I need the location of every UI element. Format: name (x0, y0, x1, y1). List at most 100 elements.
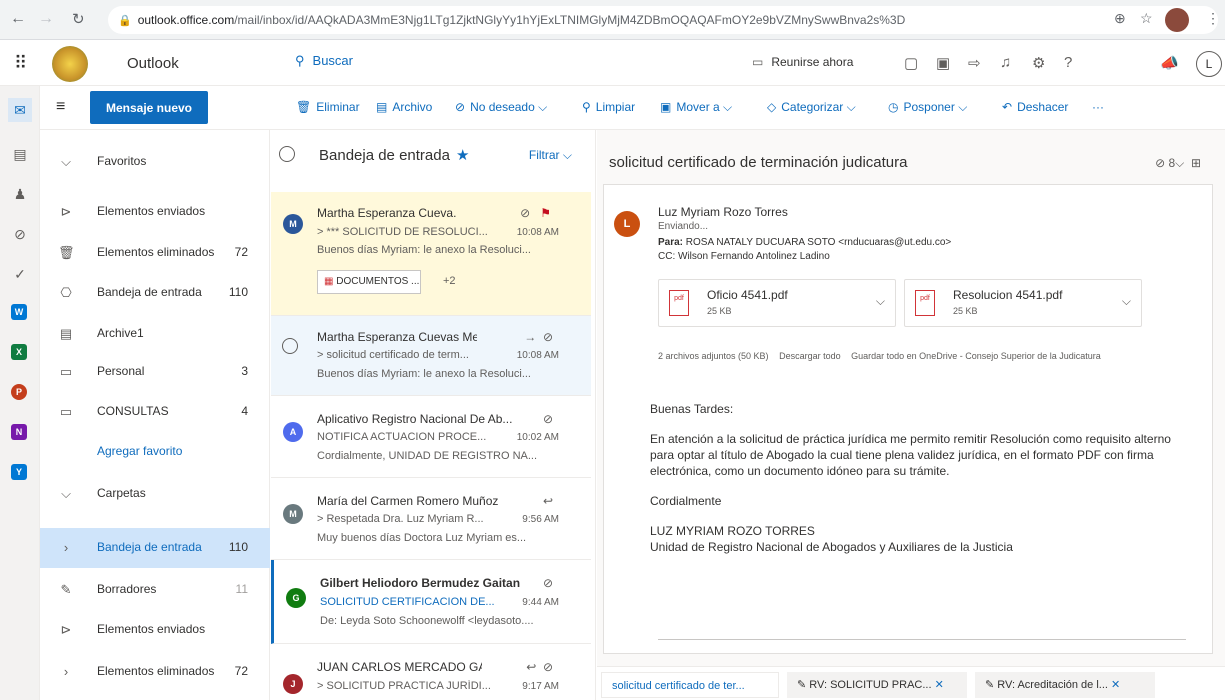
snooze-button[interactable]: ◷ Posponer ⌵ (888, 100, 967, 115)
favorite-star-icon[interactable]: ★ (456, 147, 469, 164)
categorize-button[interactable]: ◇ Categorizar ⌵ (767, 100, 856, 115)
chevron-down-icon[interactable]: ⌵ (958, 100, 967, 114)
list-item[interactable]: G Gilbert Heliodoro Bermudez Gaitan ⊘ SO… (271, 560, 591, 644)
reload-icon[interactable]: ↻ (72, 10, 85, 28)
list-item[interactable]: M María del Carmen Romero Muñoz ↩ > Resp… (271, 478, 591, 560)
folder-item-deleted[interactable]: 🗑 Elementos eliminados 72 (40, 233, 270, 273)
list-item[interactable]: M Martha Esperanza Cueva... ⊘ ⚑ > *** SO… (271, 192, 591, 316)
undo-button[interactable]: ↶ Deshacer (1002, 100, 1068, 114)
flag-icon[interactable]: ⚑ (540, 206, 551, 220)
folder-item-deleted-2[interactable]: › Elementos eliminados 72 (40, 652, 270, 692)
todo-check-icon[interactable]: ✓ (8, 262, 32, 286)
attachment-files-icon[interactable]: ⊘ (8, 222, 32, 246)
more-actions-button[interactable]: ··· (1092, 100, 1104, 114)
meet-now-button[interactable]: ▭ Reunirse ahora (752, 55, 853, 69)
hamburger-menu-icon[interactable]: ≡ (56, 98, 65, 116)
close-icon[interactable]: ✕ (1111, 679, 1120, 691)
excel-app-icon[interactable]: X (11, 344, 27, 360)
tab-draft-2[interactable]: ✎ RV: SOLICITUD PRAC... ✕ (787, 672, 967, 698)
bookmark-star-icon[interactable]: ☆ (1140, 10, 1153, 27)
delete-button[interactable]: 🗑 Eliminar (296, 100, 360, 114)
filter-button[interactable]: Filtrar ⌵ (529, 148, 572, 163)
archive-button[interactable]: ▤ Archivo (376, 100, 432, 114)
chevron-down-icon[interactable]: ⌵ (58, 486, 74, 502)
app-launcher-icon[interactable]: ⠿ (14, 53, 27, 74)
folder-item-drafts[interactable]: ✎ Borradores 11 (40, 570, 270, 610)
chevron-right-icon[interactable]: › (58, 540, 74, 555)
mail-icon[interactable]: ✉ (8, 98, 32, 122)
notifications-bell-icon[interactable]: ♫ (1000, 54, 1011, 71)
calendar-icon[interactable]: ▤ (8, 142, 32, 166)
chevron-down-icon[interactable]: ⌵ (723, 100, 732, 114)
more-attachments-count[interactable]: +2 (443, 275, 456, 287)
list-item[interactable]: J JUAN CARLOS MERCADO GA... ↩ ⊘ > SOLICI… (271, 644, 591, 700)
list-item[interactable]: Martha Esperanza Cuevas Mel... → ⊘ > sol… (271, 316, 591, 396)
yammer-app-icon[interactable]: Y (11, 464, 27, 480)
folder-item-sent[interactable]: ⊳ Elementos enviados (40, 192, 270, 232)
tab-draft-3[interactable]: ✎ RV: Acreditación de l... ✕ (975, 672, 1155, 698)
new-message-button[interactable]: Mensaje nuevo (90, 91, 208, 124)
download-all-link[interactable]: Descargar todo (779, 351, 841, 361)
sender-avatar[interactable]: L (614, 211, 640, 237)
translate-icon[interactable]: ⊕ (1114, 10, 1126, 27)
body-closing: Cordialmente (650, 494, 722, 508)
list-title: Bandeja de entrada ★ (319, 146, 469, 164)
folder-item-inbox-selected[interactable]: › Bandeja de entrada 110 (40, 528, 270, 568)
junk-button[interactable]: ⊘ No deseado ⌵ (455, 100, 547, 115)
add-favorite-link[interactable]: Agregar favorito (40, 432, 270, 472)
list-item[interactable]: A Aplicativo Registro Nacional De Ab... … (271, 396, 591, 478)
chevron-down-icon[interactable]: ⌵ (1175, 156, 1184, 170)
browser-menu-icon[interactable]: ⋮ (1206, 10, 1220, 27)
tab-draft-1[interactable]: solicitud certificado de ter... (601, 672, 779, 698)
select-all-checkbox[interactable] (279, 146, 295, 162)
forward-icon[interactable]: → (38, 10, 54, 28)
sender-name[interactable]: Luz Myriam Rozo Torres (658, 205, 788, 219)
folder-item-personal[interactable]: ▭ Personal 3 (40, 352, 270, 392)
save-to-onedrive-link[interactable]: Guardar todo en OneDrive - Consejo Super… (851, 351, 1101, 361)
select-checkbox[interactable] (282, 338, 298, 354)
message-card: L Luz Myriam Rozo Torres Enviando... Par… (603, 184, 1213, 654)
folder-item-archive1[interactable]: ▤ Archive1 (40, 314, 270, 354)
people-icon[interactable]: ♟ (8, 182, 32, 206)
folders-header[interactable]: ⌵ Carpetas (40, 474, 270, 514)
app-title[interactable]: Outlook (127, 55, 179, 72)
attachments-summary: 2 archivos adjuntos (50 KB) Descargar to… (658, 351, 1101, 361)
chevron-down-icon[interactable]: ⌵ (876, 294, 885, 309)
chevron-down-icon[interactable]: ⌵ (1122, 294, 1131, 309)
folder-item-consultas[interactable]: ▭ CONSULTAS 4 (40, 392, 270, 432)
back-icon[interactable]: ← (10, 10, 26, 28)
user-avatar[interactable]: L (1196, 51, 1222, 77)
settings-gear-icon[interactable]: ⚙ (1032, 54, 1045, 72)
browser-profile-avatar[interactable] (1165, 8, 1189, 32)
move-to-button[interactable]: ▣ Mover a ⌵ (660, 100, 732, 115)
teams-icon[interactable]: ▣ (936, 54, 950, 72)
onenote-app-icon[interactable]: N (11, 424, 27, 440)
chevron-down-icon[interactable]: ⌵ (538, 100, 547, 114)
add-favorite-label: Agregar favorito (97, 444, 183, 458)
help-icon[interactable]: ? (1064, 54, 1072, 71)
powerpoint-app-icon[interactable]: P (11, 384, 27, 400)
feedback-megaphone-icon[interactable]: 📣 (1160, 54, 1179, 72)
sender-avatar: A (283, 422, 303, 442)
my-day-icon[interactable]: ⇨ (968, 54, 981, 72)
word-app-icon[interactable]: W (11, 304, 27, 320)
sweep-button[interactable]: ⚲ Limpiar (582, 100, 635, 114)
chevron-down-icon[interactable]: ⌵ (58, 154, 74, 170)
cc-recipient[interactable]: Wilson Fernando Antolinez Ladino (678, 251, 830, 262)
chevron-down-icon[interactable]: ⌵ (847, 100, 856, 114)
open-in-new-window-icon[interactable]: ⊞ (1191, 156, 1201, 170)
attachment-card[interactable]: pdf Resolucion 4541.pdf 25 KB ⌵ (904, 279, 1142, 327)
favorites-header[interactable]: ⌵ Favoritos (40, 142, 270, 182)
to-recipient[interactable]: ROSA NATALY DUCUARA SOTO <rnducuaras@ut.… (686, 237, 951, 248)
chat-icon[interactable]: ▢ (904, 54, 918, 72)
attachment-card[interactable]: pdf Oficio 4541.pdf 25 KB ⌵ (658, 279, 896, 327)
attachment-chip[interactable]: ▦ DOCUMENTOS ... (317, 270, 421, 294)
chevron-right-icon[interactable]: › (58, 664, 74, 679)
folder-item-sent-2[interactable]: ⊳ Elementos enviados (40, 610, 270, 650)
search-box[interactable]: ⚲ Buscar (295, 53, 353, 69)
address-bar[interactable]: 🔒 outlook.office.com/mail/inbox/id/AAQkA… (108, 6, 1218, 34)
close-icon[interactable]: ✕ (935, 679, 944, 691)
url-text[interactable]: outlook.office.com/mail/inbox/id/AAQkADA… (138, 13, 978, 27)
attachment-icon: ⊘ (542, 330, 553, 344)
folder-item-inbox[interactable]: ⎔ Bandeja de entrada 110 (40, 273, 270, 313)
